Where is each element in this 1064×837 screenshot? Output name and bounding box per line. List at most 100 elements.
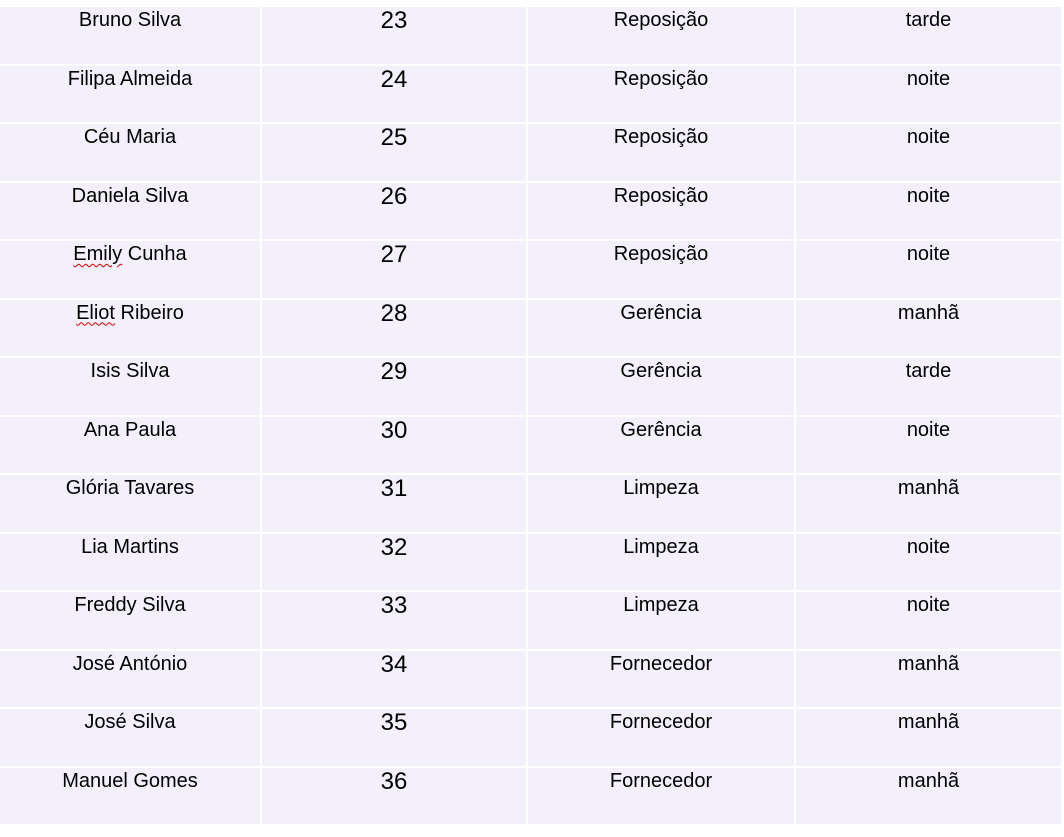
- department-cell[interactable]: Limpeza: [527, 532, 796, 592]
- table-row: Ana Paula 30 Gerência noite: [0, 415, 1061, 475]
- department-cell[interactable]: Limpeza: [527, 474, 796, 534]
- employee-number-cell[interactable]: 24: [261, 64, 528, 124]
- shift-cell[interactable]: noite: [795, 532, 1061, 592]
- employee-number: 24: [380, 65, 408, 93]
- department-cell[interactable]: Limpeza: [527, 591, 796, 651]
- employee-name-cell[interactable]: Filipa Almeida: [0, 64, 262, 124]
- employee-number-cell[interactable]: 36: [261, 766, 528, 826]
- table-row: Manuel Gomes 36 Fornecedor manhã: [0, 766, 1061, 826]
- department-cell[interactable]: Reposição: [527, 123, 796, 183]
- employee-name: José António: [72, 652, 188, 675]
- shift-name: noite: [906, 67, 951, 90]
- shift-cell[interactable]: manhã: [795, 474, 1061, 534]
- employee-name-cell[interactable]: Lia Martins: [0, 532, 262, 592]
- shift-cell[interactable]: manhã: [795, 649, 1061, 709]
- employee-name: Bruno Silva: [78, 9, 182, 31]
- department-name: Gerência: [620, 418, 702, 441]
- department-cell[interactable]: Reposição: [527, 7, 796, 66]
- employee-number: 35: [380, 709, 408, 736]
- shift-cell[interactable]: manhã: [795, 766, 1061, 826]
- department-cell[interactable]: Fornecedor: [527, 708, 796, 768]
- employee-name-cell[interactable]: José Silva: [0, 708, 262, 768]
- department-cell[interactable]: Gerência: [527, 357, 796, 417]
- employee-name-cell[interactable]: Daniela Silva: [0, 181, 262, 241]
- table-row: Eliot Ribeiro 28 Gerência manhã: [0, 298, 1061, 358]
- employee-number-cell[interactable]: 23: [261, 7, 528, 66]
- spellcheck-flagged-word[interactable]: Eliot: [76, 302, 115, 324]
- employee-name: Manuel Gomes: [62, 769, 198, 792]
- department-name: Reposição: [613, 67, 709, 90]
- shift-name: noite: [906, 535, 951, 558]
- employee-number-cell[interactable]: 28: [261, 298, 528, 358]
- employee-name: Filipa Almeida: [67, 67, 193, 90]
- employee-number: 34: [380, 650, 408, 678]
- employee-name-cell[interactable]: Freddy Silva: [0, 591, 262, 651]
- employee-name-cell[interactable]: Ana Paula: [0, 415, 262, 475]
- table-row: Filipa Almeida 24 Reposição noite: [0, 64, 1061, 124]
- shift-cell[interactable]: manhã: [795, 298, 1061, 358]
- table-row: Céu Maria 25 Reposição noite: [0, 123, 1061, 183]
- department-cell[interactable]: Reposição: [527, 64, 796, 124]
- employee-name: Isis Silva: [90, 360, 170, 382]
- shift-cell[interactable]: tarde: [795, 357, 1061, 417]
- employee-number: 30: [380, 416, 408, 444]
- shift-cell[interactable]: manhã: [795, 708, 1061, 768]
- shift-cell[interactable]: noite: [795, 240, 1061, 300]
- employee-number: 36: [380, 767, 408, 795]
- employee-number-cell[interactable]: 30: [261, 415, 528, 475]
- employee-number-cell[interactable]: 27: [261, 240, 528, 300]
- department-cell[interactable]: Gerência: [527, 415, 796, 475]
- shift-name: noite: [906, 418, 951, 441]
- department-name: Fornecedor: [609, 711, 713, 733]
- employee-name-cell[interactable]: Emily Cunha: [0, 240, 262, 300]
- shift-name: manhã: [897, 477, 960, 499]
- table-row: Daniela Silva 26 Reposição noite: [0, 181, 1061, 241]
- employee-number: 33: [380, 592, 408, 619]
- shift-cell[interactable]: noite: [795, 591, 1061, 651]
- employee-number-cell[interactable]: 32: [261, 532, 528, 592]
- department-name: Fornecedor: [609, 769, 713, 792]
- shift-name: manhã: [897, 652, 960, 675]
- spellcheck-flagged-word[interactable]: Emily: [73, 243, 122, 265]
- employee-number-cell[interactable]: 29: [261, 357, 528, 417]
- employee-number-cell[interactable]: 26: [261, 181, 528, 241]
- department-name: Fornecedor: [609, 652, 713, 675]
- employee-number-cell[interactable]: 25: [261, 123, 528, 183]
- employee-name: Lia Martins: [81, 535, 179, 558]
- department-name: Gerência: [620, 360, 702, 382]
- table-row: Lia Martins 32 Limpeza noite: [0, 532, 1061, 592]
- employee-number: 29: [380, 358, 408, 385]
- employee-name-rest: Ribeiro: [114, 301, 184, 324]
- employee-name-cell[interactable]: José António: [0, 649, 262, 709]
- staff-table: Bruno Silva 23 Reposição tarde Filipa Almeid…: [0, 7, 1061, 826]
- staff-table-body: Bruno Silva 23 Reposição tarde Filipa Almeid…: [0, 7, 1061, 826]
- employee-number-cell[interactable]: 31: [261, 474, 528, 534]
- department-name: Reposição: [613, 9, 709, 31]
- employee-name: Ana Paula: [83, 418, 177, 441]
- employee-name-cell[interactable]: Bruno Silva: [0, 7, 262, 66]
- employee-number: 25: [380, 124, 408, 151]
- employee-number-cell[interactable]: 34: [261, 649, 528, 709]
- employee-name-cell[interactable]: Glória Tavares: [0, 474, 262, 534]
- shift-cell[interactable]: noite: [795, 64, 1061, 124]
- department-cell[interactable]: Reposição: [527, 181, 796, 241]
- employee-name-cell[interactable]: Céu Maria: [0, 123, 262, 183]
- shift-cell[interactable]: noite: [795, 181, 1061, 241]
- employee-name-cell[interactable]: Eliot Ribeiro: [0, 298, 262, 358]
- shift-cell[interactable]: noite: [795, 415, 1061, 475]
- employee-name-cell[interactable]: Manuel Gomes: [0, 766, 262, 826]
- shift-cell[interactable]: noite: [795, 123, 1061, 183]
- department-cell[interactable]: Reposição: [527, 240, 796, 300]
- employee-name: Eliot Ribeiro: [76, 300, 184, 326]
- shift-cell[interactable]: tarde: [795, 7, 1061, 66]
- department-cell[interactable]: Fornecedor: [527, 766, 796, 826]
- employee-number: 27: [380, 241, 408, 268]
- department-name: Limpeza: [623, 594, 699, 616]
- employee-number-cell[interactable]: 35: [261, 708, 528, 768]
- employee-number-cell[interactable]: 33: [261, 591, 528, 651]
- department-cell[interactable]: Fornecedor: [527, 649, 796, 709]
- employee-name: Freddy Silva: [74, 594, 186, 616]
- table-row: Glória Tavares 31 Limpeza manhã: [0, 474, 1061, 534]
- department-cell[interactable]: Gerência: [527, 298, 796, 358]
- employee-name-cell[interactable]: Isis Silva: [0, 357, 262, 417]
